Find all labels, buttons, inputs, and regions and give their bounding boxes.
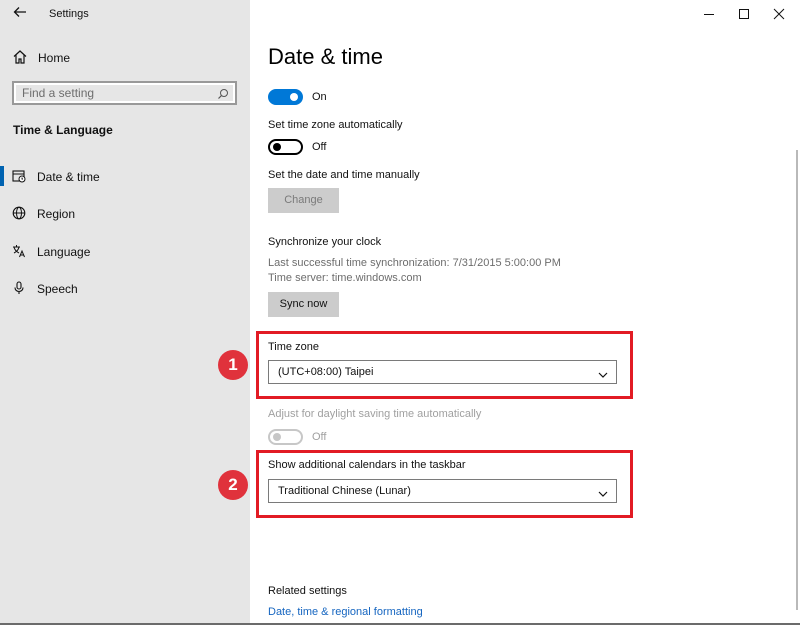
toggle-knob: [290, 93, 298, 101]
time-server-text: Time server: time.windows.com: [268, 272, 422, 284]
set-timezone-automatically-toggle[interactable]: [268, 139, 303, 155]
main-panel: Date & time On Set time zone automatical…: [250, 0, 800, 625]
search-box[interactable]: [12, 81, 237, 105]
sidebar-item-language[interactable]: Language: [0, 236, 250, 266]
date-time-icon: [12, 169, 26, 183]
sidebar-item-date-time[interactable]: Date & time: [0, 161, 250, 191]
home-nav-item[interactable]: Home: [0, 44, 250, 72]
toggle-knob: [273, 433, 281, 441]
maximize-icon[interactable]: [729, 4, 759, 24]
app-title: Settings: [49, 8, 89, 20]
search-icon[interactable]: [217, 87, 229, 99]
sidebar-item-label: Speech: [37, 282, 78, 296]
sync-last-text: Last successful time synchronization: 7/…: [268, 257, 561, 269]
section-title: Time & Language: [13, 123, 113, 137]
toggle-state-text: Off: [312, 431, 327, 443]
home-label: Home: [38, 51, 71, 65]
minimize-icon[interactable]: [694, 4, 724, 24]
regional-formatting-link[interactable]: Date, time & regional formatting: [268, 606, 423, 618]
annotation-badge-2: 2: [218, 470, 248, 500]
sidebar-item-region[interactable]: Region: [0, 198, 250, 228]
home-icon: [12, 49, 28, 65]
search-input[interactable]: [16, 85, 211, 101]
dst-toggle[interactable]: [268, 429, 303, 445]
page-title: Date & time: [268, 44, 383, 69]
change-button[interactable]: Change: [268, 188, 339, 213]
sync-heading: Synchronize your clock: [268, 236, 382, 248]
related-settings-heading: Related settings: [268, 585, 347, 597]
set-timezone-auto-label: Set time zone automatically: [268, 119, 403, 131]
microphone-icon: [12, 281, 26, 295]
toggle-knob: [273, 143, 281, 151]
back-arrow-icon[interactable]: [10, 5, 30, 23]
annotation-badge-1: 1: [218, 350, 248, 380]
sidebar-item-label: Language: [37, 245, 91, 259]
toggle-state-text: Off: [312, 141, 327, 153]
close-icon[interactable]: [764, 4, 794, 24]
timezone-highlight-box: [256, 331, 633, 399]
title-bar: Settings: [0, 0, 250, 30]
toggle-state-text: On: [312, 91, 327, 103]
sidebar-item-label: Region: [37, 207, 76, 221]
sync-now-button[interactable]: Sync now: [268, 292, 339, 317]
set-time-automatically-toggle[interactable]: [268, 89, 303, 105]
active-indicator: [0, 166, 4, 186]
sidebar-item-label: Date & time: [37, 170, 100, 184]
globe-icon: [12, 206, 26, 220]
calendar-highlight-box: [256, 450, 633, 518]
set-manually-label: Set the date and time manually: [268, 169, 420, 181]
language-icon: [12, 244, 26, 258]
sidebar-item-speech[interactable]: Speech: [0, 273, 250, 303]
sidebar: Settings Home Time & Language Date & tim…: [0, 0, 250, 625]
scrollbar[interactable]: [796, 150, 798, 610]
dst-label: Adjust for daylight saving time automati…: [268, 408, 482, 420]
